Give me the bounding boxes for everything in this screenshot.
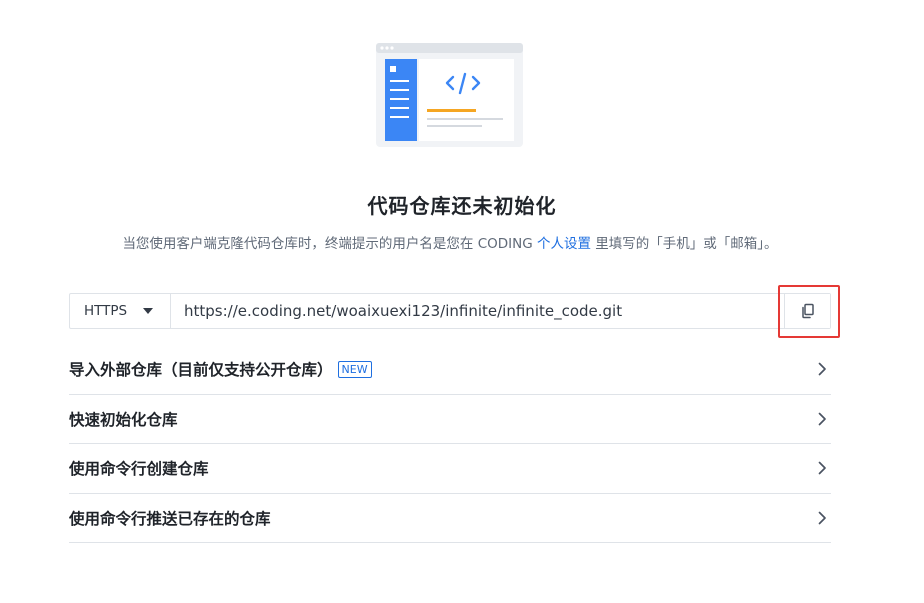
subtitle-text: 当您使用客户端克隆代码仓库时，终端提示的用户名是您在 CODING bbox=[122, 236, 538, 252]
page-title: 代码仓库还未初始化 bbox=[367, 194, 557, 218]
caret-down-icon bbox=[143, 308, 154, 314]
subtitle: 当您使用客户端克隆代码仓库时，终端提示的用户名是您在 CODING 个人设置 里… bbox=[0, 232, 900, 252]
option-label: 使用命令行推送已存在的仓库 bbox=[69, 509, 271, 528]
chevron-right-icon bbox=[818, 511, 826, 525]
code-repo-illustration bbox=[376, 43, 523, 147]
clone-url-field[interactable]: https://e.coding.net/woaixuexi123/infini… bbox=[171, 294, 784, 328]
protocol-select[interactable]: HTTPS bbox=[70, 294, 171, 328]
copy-icon bbox=[801, 303, 814, 319]
chevron-right-icon bbox=[818, 461, 826, 475]
protocol-label: HTTPS bbox=[84, 303, 128, 319]
subtitle-text-end: 里填写的「手机」或「邮箱」。 bbox=[591, 236, 778, 252]
option-cli-create-repo[interactable]: 使用命令行创建仓库 bbox=[69, 444, 831, 494]
chevron-right-icon bbox=[818, 412, 826, 426]
personal-settings-link[interactable]: 个人设置 bbox=[537, 236, 591, 252]
option-label: 导入外部仓库（目前仅支持公开仓库） bbox=[69, 361, 333, 380]
option-label: 快速初始化仓库 bbox=[69, 410, 178, 429]
option-label: 使用命令行创建仓库 bbox=[69, 460, 209, 479]
clone-url-bar: HTTPS https://e.coding.net/woaixuexi123/… bbox=[69, 293, 831, 329]
option-cli-push-existing-repo[interactable]: 使用命令行推送已存在的仓库 bbox=[69, 494, 831, 543]
chevron-right-icon bbox=[818, 362, 826, 376]
option-import-external-repo[interactable]: 导入外部仓库（目前仅支持公开仓库） NEW bbox=[69, 345, 831, 395]
new-badge: NEW bbox=[337, 360, 372, 378]
init-options-list: 导入外部仓库（目前仅支持公开仓库） NEW 快速初始化仓库 使用命令行创建仓库 … bbox=[69, 345, 831, 543]
option-quick-init-repo[interactable]: 快速初始化仓库 bbox=[69, 395, 831, 444]
copy-url-button[interactable] bbox=[784, 294, 830, 328]
